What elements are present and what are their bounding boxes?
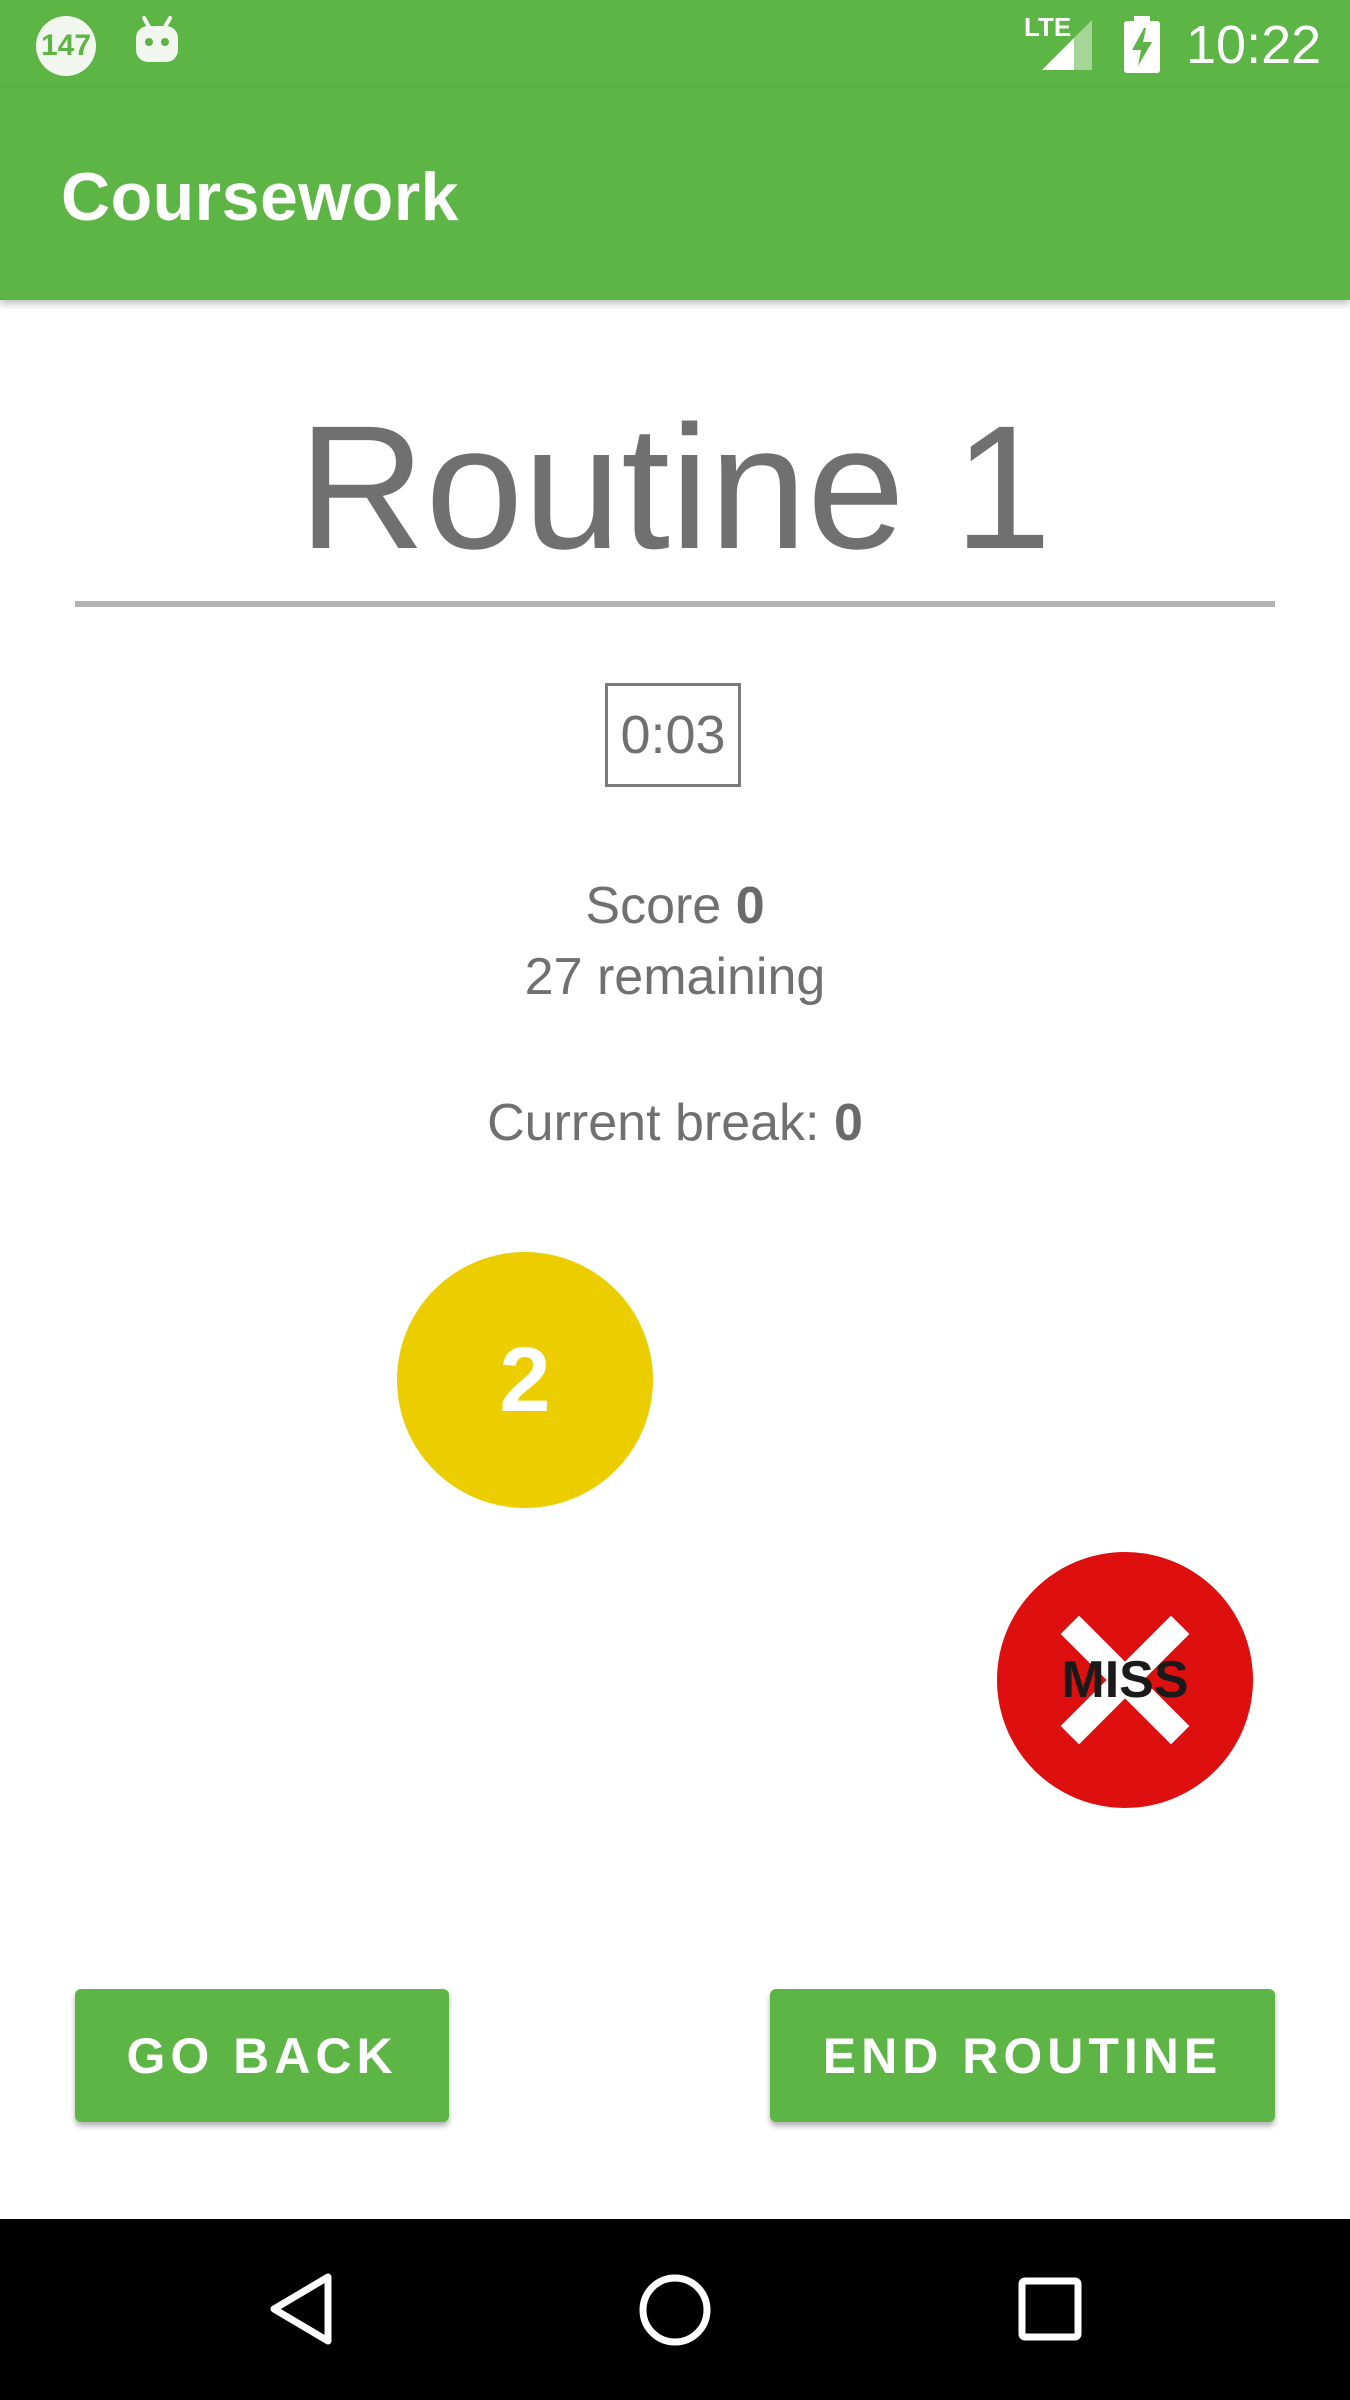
score-line: Score 0 bbox=[0, 876, 1350, 936]
routine-title: Routine 1 bbox=[298, 390, 1052, 586]
notification-count: 147 bbox=[40, 29, 92, 62]
title-divider bbox=[75, 601, 1275, 607]
miss-label: MISS bbox=[1061, 1651, 1189, 1709]
android-icon bbox=[132, 14, 182, 68]
remaining-label: remaining bbox=[596, 948, 826, 1006]
miss-target[interactable]: MISS bbox=[997, 1552, 1253, 1808]
score-label: Score bbox=[585, 877, 722, 935]
end-routine-button[interactable]: END ROUTINE bbox=[770, 1989, 1275, 2122]
signal-icon bbox=[1040, 18, 1094, 72]
status-bar: 147 LTE 10:22 bbox=[0, 0, 1350, 88]
go-back-button[interactable]: GO BACK bbox=[75, 1989, 449, 2122]
remaining-line: 27 remaining bbox=[0, 947, 1350, 1007]
notification-count-icon: 147 bbox=[36, 16, 96, 76]
timer-value: 0:03 bbox=[620, 705, 726, 765]
timer-display: 0:03 bbox=[605, 683, 741, 787]
target-number: 2 bbox=[499, 1328, 551, 1431]
recents-icon[interactable] bbox=[1018, 2277, 1082, 2346]
app-title: Coursework bbox=[61, 159, 459, 235]
battery-charging-icon bbox=[1122, 16, 1162, 74]
break-line: Current break: 0 bbox=[0, 1093, 1350, 1153]
remaining-count: 27 bbox=[524, 948, 583, 1006]
home-icon[interactable] bbox=[638, 2273, 712, 2352]
break-label: Current break: bbox=[487, 1094, 820, 1152]
app-bar: Coursework bbox=[0, 88, 1350, 300]
score-value: 0 bbox=[735, 877, 765, 935]
break-value: 0 bbox=[833, 1094, 863, 1152]
target-circle[interactable]: 2 bbox=[397, 1252, 653, 1508]
navigation-bar bbox=[0, 2219, 1350, 2400]
status-clock: 10:22 bbox=[1186, 15, 1322, 75]
back-icon[interactable] bbox=[266, 2271, 336, 2352]
